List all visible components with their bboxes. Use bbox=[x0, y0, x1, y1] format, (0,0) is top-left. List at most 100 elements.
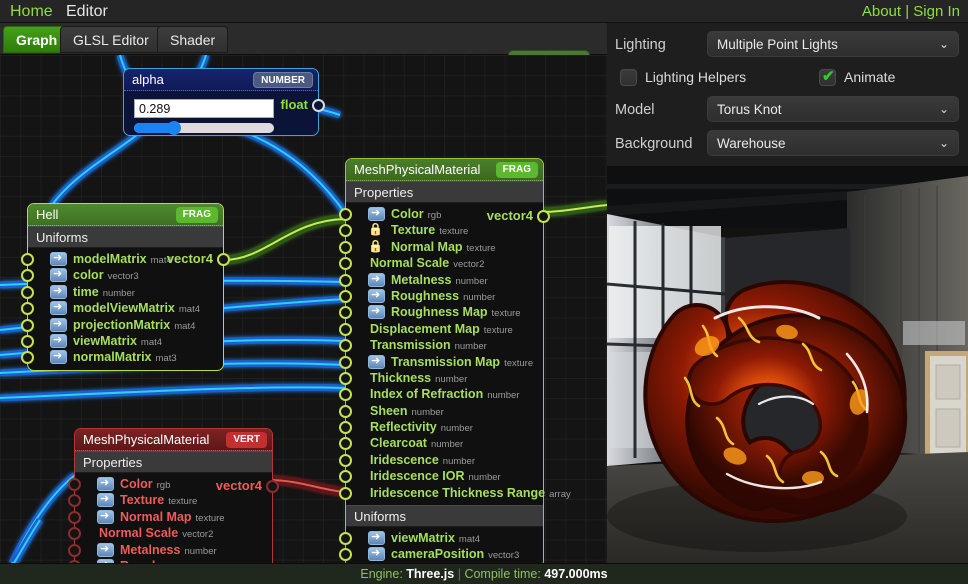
node-row[interactable]: Normal Scalevector2 bbox=[346, 255, 543, 271]
alpha-slider-knob[interactable] bbox=[167, 121, 181, 135]
node-row[interactable]: Transmissionnumber bbox=[346, 337, 543, 353]
input-pin[interactable] bbox=[339, 241, 352, 254]
tab-glsl-editor[interactable]: GLSL Editor bbox=[60, 26, 162, 53]
top-navigation-bar: Home Editor About | Sign In bbox=[0, 0, 968, 23]
node-row[interactable]: Transmission Maptexture bbox=[346, 354, 543, 370]
input-pin[interactable] bbox=[68, 478, 81, 491]
background-select[interactable]: Warehouse ⌄ bbox=[707, 130, 959, 156]
input-pin[interactable] bbox=[339, 306, 352, 319]
node-row[interactable]: Displacement Maptexture bbox=[346, 321, 543, 337]
alpha-output-pin[interactable] bbox=[312, 99, 325, 112]
input-pin[interactable] bbox=[339, 388, 352, 401]
node-row[interactable]: Iridescence IORnumber bbox=[346, 468, 543, 484]
input-pin[interactable] bbox=[339, 548, 352, 561]
input-pin[interactable] bbox=[21, 253, 34, 266]
node-row[interactable]: Roughnessnumber bbox=[346, 288, 543, 304]
3d-preview-viewport[interactable] bbox=[607, 166, 968, 563]
input-pin[interactable] bbox=[339, 372, 352, 385]
node-row[interactable]: Clearcoatnumber bbox=[346, 435, 543, 451]
node-alpha[interactable]: alpha NUMBER float bbox=[123, 68, 319, 136]
node-row[interactable]: normalMatrixmat3 bbox=[28, 349, 223, 365]
node-row-type: number bbox=[412, 407, 444, 418]
input-pin[interactable] bbox=[339, 323, 352, 336]
node-row[interactable]: Iridescence Thickness Rangearray bbox=[346, 485, 543, 501]
input-pin[interactable] bbox=[339, 470, 352, 483]
input-pin[interactable] bbox=[68, 527, 81, 540]
node-row[interactable]: Thicknessnumber bbox=[346, 370, 543, 386]
nav-signin-link[interactable]: Sign In bbox=[913, 3, 960, 20]
node-row[interactable]: Roughness Maptexture bbox=[346, 304, 543, 320]
input-pin[interactable] bbox=[339, 532, 352, 545]
vert-output-label: vector4 bbox=[216, 478, 262, 493]
vert-output-pin[interactable] bbox=[266, 480, 279, 493]
model-select-value: Torus Knot bbox=[717, 102, 782, 117]
node-row[interactable]: viewMatrixmat4 bbox=[346, 530, 543, 546]
node-row[interactable]: modelViewMatrixmat4 bbox=[28, 300, 223, 316]
input-pin[interactable] bbox=[339, 208, 352, 221]
input-pin[interactable] bbox=[339, 339, 352, 352]
nav-about-link[interactable]: About bbox=[862, 3, 901, 20]
node-row[interactable]: colorvector3 bbox=[28, 267, 223, 283]
arrow-icon bbox=[368, 531, 385, 545]
input-pin[interactable] bbox=[21, 335, 34, 348]
input-pin[interactable] bbox=[21, 319, 34, 332]
node-row[interactable]: Normal Scalevector2 bbox=[75, 525, 272, 541]
input-pin[interactable] bbox=[339, 257, 352, 270]
input-pin[interactable] bbox=[21, 351, 34, 364]
alpha-slider[interactable] bbox=[134, 123, 274, 133]
input-pin[interactable] bbox=[339, 405, 352, 418]
animate-checkbox[interactable] bbox=[819, 69, 836, 86]
input-pin[interactable] bbox=[68, 511, 81, 524]
model-label: Model bbox=[615, 102, 655, 118]
node-row-label: modelMatrix bbox=[73, 252, 147, 266]
input-pin[interactable] bbox=[68, 544, 81, 557]
model-select[interactable]: Torus Knot ⌄ bbox=[707, 96, 959, 122]
input-pin[interactable] bbox=[21, 302, 34, 315]
node-row[interactable]: Iridescencenumber bbox=[346, 452, 543, 468]
node-row[interactable]: cameraPositionvector3 bbox=[346, 546, 543, 562]
input-pin[interactable] bbox=[339, 437, 352, 450]
node-vert-header: MeshPhysicalMaterial VERT bbox=[75, 429, 272, 451]
node-hell[interactable]: Hell FRAG Uniforms modelMatrixmat4colorv… bbox=[27, 203, 224, 371]
lighting-select[interactable]: Multiple Point Lights ⌄ bbox=[707, 31, 959, 57]
input-pin[interactable] bbox=[21, 269, 34, 282]
node-row[interactable]: Metalnessnumber bbox=[346, 272, 543, 288]
input-pin[interactable] bbox=[339, 487, 352, 500]
nav-home-link[interactable]: Home bbox=[10, 3, 53, 21]
node-row[interactable]: Normal Maptexture bbox=[75, 509, 272, 525]
node-row[interactable]: Normal Maptexture bbox=[346, 239, 543, 255]
node-graph-canvas[interactable]: alpha NUMBER float Hell FRAG Un bbox=[0, 55, 607, 563]
node-row[interactable]: Texturetexture bbox=[75, 492, 272, 508]
node-row[interactable]: projectionMatrixmat4 bbox=[28, 317, 223, 333]
frag-output-pin[interactable] bbox=[537, 210, 550, 223]
node-vert-section-properties: Properties bbox=[75, 451, 272, 473]
input-pin[interactable] bbox=[339, 224, 352, 237]
node-row-label: cameraPosition bbox=[391, 547, 484, 561]
input-pin[interactable] bbox=[339, 454, 352, 467]
alpha-value-input[interactable] bbox=[134, 99, 274, 118]
node-row[interactable]: Index of Refractionnumber bbox=[346, 386, 543, 402]
hell-output-pin[interactable] bbox=[217, 253, 230, 266]
node-frag-section-properties: Properties bbox=[346, 181, 543, 203]
background-label: Background bbox=[615, 136, 692, 152]
input-pin[interactable] bbox=[339, 421, 352, 434]
input-pin[interactable] bbox=[339, 290, 352, 303]
input-pin[interactable] bbox=[339, 274, 352, 287]
tab-shader[interactable]: Shader bbox=[157, 26, 228, 53]
node-meshphysicalmaterial-vert[interactable]: MeshPhysicalMaterial VERT Properties Col… bbox=[74, 428, 273, 563]
node-row[interactable]: viewMatrixmat4 bbox=[28, 333, 223, 349]
node-row[interactable]: Metalnessnumber bbox=[75, 542, 272, 558]
input-pin[interactable] bbox=[21, 286, 34, 299]
input-pin[interactable] bbox=[68, 494, 81, 507]
input-pin[interactable] bbox=[339, 356, 352, 369]
node-row[interactable]: timenumber bbox=[28, 284, 223, 300]
node-row[interactable]: Sheennumber bbox=[346, 403, 543, 419]
node-row-label: Thickness bbox=[370, 371, 431, 385]
shader-editor-app: Home Editor About | Sign In Graph GLSL E… bbox=[0, 0, 968, 584]
node-row[interactable]: Texturetexture bbox=[346, 222, 543, 238]
node-meshphysicalmaterial-frag[interactable]: MeshPhysicalMaterial FRAG Properties Col… bbox=[345, 158, 544, 563]
node-row[interactable]: Reflectivitynumber bbox=[346, 419, 543, 435]
node-row-type: mat4 bbox=[141, 337, 162, 348]
lighting-helpers-checkbox[interactable] bbox=[620, 69, 637, 86]
node-row-label: Metalness bbox=[391, 273, 451, 287]
